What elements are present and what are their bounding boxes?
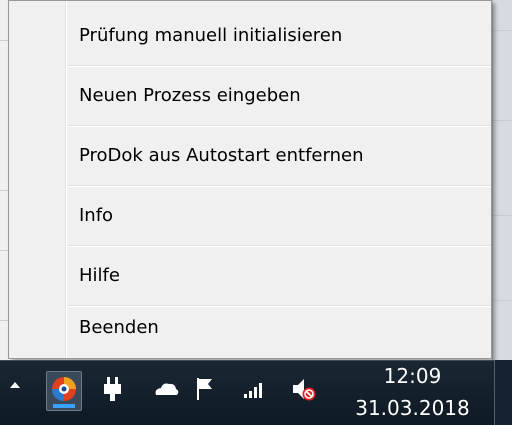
menu-item-pruefung-initialisieren[interactable]: Prüfung manuell initialisieren [9, 7, 491, 65]
onedrive-cloud-icon[interactable] [152, 375, 180, 403]
menu-item-label: Info [79, 205, 114, 226]
menu-item-label: Beenden [79, 317, 159, 338]
menu-item-beenden[interactable]: Beenden [9, 299, 491, 357]
menu-item-label: ProDok aus Autostart entfernen [79, 145, 364, 166]
background-window-left [0, 0, 8, 360]
clock-time: 12:09 [383, 364, 442, 388]
background-window-right [492, 0, 512, 360]
show-desktop-button[interactable] [494, 360, 512, 425]
menu-item-label: Prüfung manuell initialisieren [79, 25, 343, 46]
menu-separator [67, 185, 491, 187]
menu-separator [67, 245, 491, 247]
network-signal-icon[interactable] [240, 375, 268, 403]
menu-item-label: Hilfe [79, 265, 120, 286]
taskbar: 12:09 31.03.2018 [0, 360, 512, 425]
menu-item-autostart-entfernen[interactable]: ProDok aus Autostart entfernen [9, 127, 491, 185]
menu-separator [67, 125, 491, 127]
power-plug-icon[interactable] [100, 375, 128, 403]
action-center-flag-icon[interactable] [192, 375, 220, 403]
menu-item-info[interactable]: Info [9, 187, 491, 245]
clock-date: 31.03.2018 [355, 396, 470, 420]
volume-muted-icon[interactable] [290, 375, 318, 403]
show-hidden-icons-arrow-icon[interactable] [10, 382, 20, 388]
menu-item-neuen-prozess[interactable]: Neuen Prozess eingeben [9, 67, 491, 125]
system-clock[interactable]: 12:09 31.03.2018 [340, 360, 485, 425]
tray-context-menu: Prüfung manuell initialisieren Neuen Pro… [8, 0, 492, 359]
menu-item-label: Neuen Prozess eingeben [79, 85, 301, 106]
menu-separator [67, 65, 491, 67]
prodok-app-icon[interactable] [46, 371, 82, 411]
menu-item-hilfe[interactable]: Hilfe [9, 247, 491, 305]
